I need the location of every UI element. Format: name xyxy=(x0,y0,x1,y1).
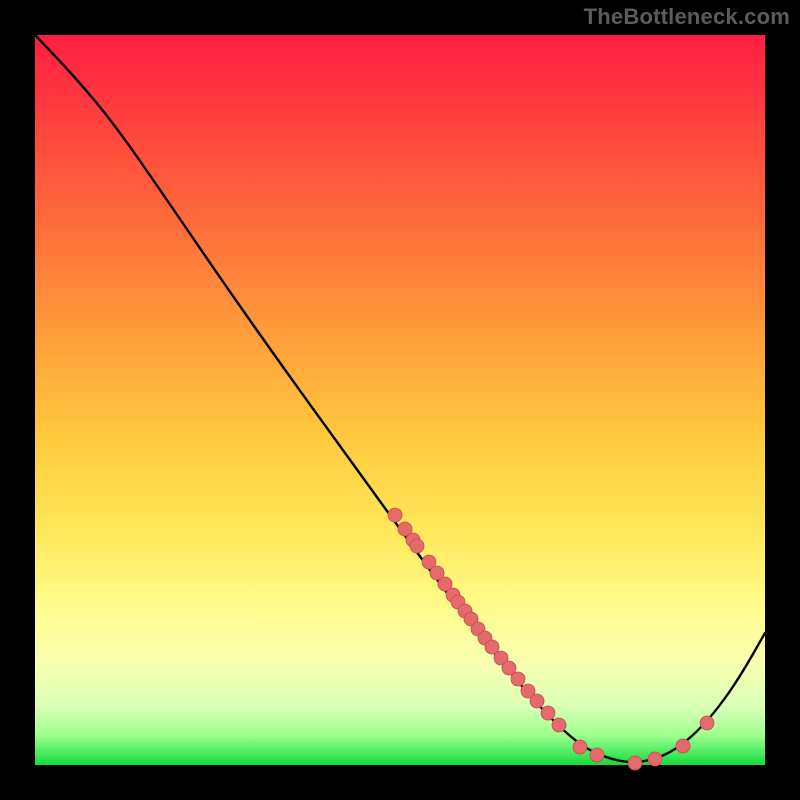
cluster-marker xyxy=(648,752,662,766)
curve-svg xyxy=(35,35,765,765)
chart-container: TheBottleneck.com xyxy=(0,0,800,800)
cluster-marker xyxy=(410,539,424,553)
cluster-marker xyxy=(511,672,525,686)
cluster-marker xyxy=(700,716,714,730)
cluster-marker xyxy=(541,706,555,720)
marker-group xyxy=(388,508,714,770)
cluster-marker xyxy=(552,718,566,732)
cluster-marker xyxy=(676,739,690,753)
plot-area xyxy=(35,35,765,765)
cluster-marker xyxy=(573,740,587,754)
cluster-marker xyxy=(590,748,604,762)
cluster-marker xyxy=(388,508,402,522)
watermark-text: TheBottleneck.com xyxy=(584,4,790,30)
cluster-marker xyxy=(628,756,642,770)
cluster-marker xyxy=(530,694,544,708)
bottleneck-curve xyxy=(35,35,765,762)
